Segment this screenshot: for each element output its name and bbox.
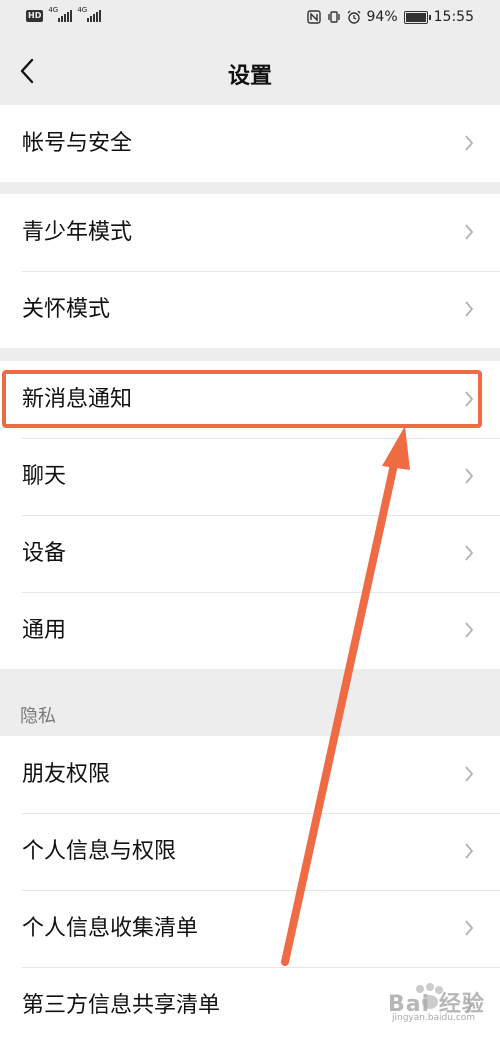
vibrate-icon [327,11,340,23]
chevron-right-icon [465,843,474,859]
settings-item-account-security[interactable]: 帐号与安全 [0,105,500,182]
settings-item-label: 朋友权限 [22,762,111,787]
settings-item-care-mode[interactable]: 关怀模式 [0,271,500,348]
status-right: 94% 15:55 [306,9,474,25]
clock: 15:55 [433,9,474,25]
status-bar: HD 4G 4G 94% 15:55 [0,0,500,38]
highlight-box [2,370,482,428]
chevron-right-icon [465,545,474,561]
sim2-signal-icon: 4G [77,6,102,22]
sim1-type: 4G [48,6,59,14]
settings-item-label: 关怀模式 [22,297,111,322]
watermark-sub: jingyan.baidu.com [392,1013,476,1023]
settings-item-youth-mode[interactable]: 青少年模式 [0,194,500,271]
status-left: HD 4G 4G [26,6,102,22]
chevron-right-icon [465,920,474,936]
chevron-right-icon [465,301,474,317]
settings-item-label: 帐号与安全 [22,131,133,156]
battery-icon [403,10,431,24]
settings-item-friend-permissions[interactable]: 朋友权限 [0,736,500,813]
settings-item-general[interactable]: 通用 [0,592,500,669]
settings-item-devices[interactable]: 设备 [0,515,500,592]
chevron-right-icon [465,135,474,151]
alarm-icon [347,10,360,24]
group-account: 帐号与安全 [0,105,500,182]
sim2-type: 4G [77,6,88,14]
battery-percent: 94% [366,9,398,25]
settings-item-label: 第三方信息共享清单 [22,993,221,1018]
chevron-right-icon [465,224,474,240]
chevron-right-icon [465,622,474,638]
settings-item-label: 设备 [22,541,67,566]
sim1-signal-icon: 4G [48,6,73,22]
section-header-privacy: 隐私 [20,706,56,727]
settings-item-label: 个人信息与权限 [22,839,177,864]
group-modes: 青少年模式 关怀模式 [0,194,500,348]
settings-item-chat[interactable]: 聊天 [0,438,500,515]
nfc-icon [306,10,321,24]
settings-item-personal-info-collection[interactable]: 个人信息收集清单 [0,890,500,967]
hd-badge: HD [26,10,44,22]
page-title: 设置 [227,64,272,89]
settings-item-personal-info-permissions[interactable]: 个人信息与权限 [0,813,500,890]
chevron-right-icon [465,468,474,484]
chevron-right-icon [465,766,474,782]
settings-item-label: 青少年模式 [22,220,133,245]
settings-item-label: 聊天 [22,464,67,489]
watermark: Bai 经验 jingyan.baidu.com [380,980,490,1028]
settings-item-label: 通用 [22,618,67,643]
battery-fill [405,12,427,22]
nav-bar: 设置 [0,38,500,104]
settings-item-label: 个人信息收集清单 [22,916,199,941]
